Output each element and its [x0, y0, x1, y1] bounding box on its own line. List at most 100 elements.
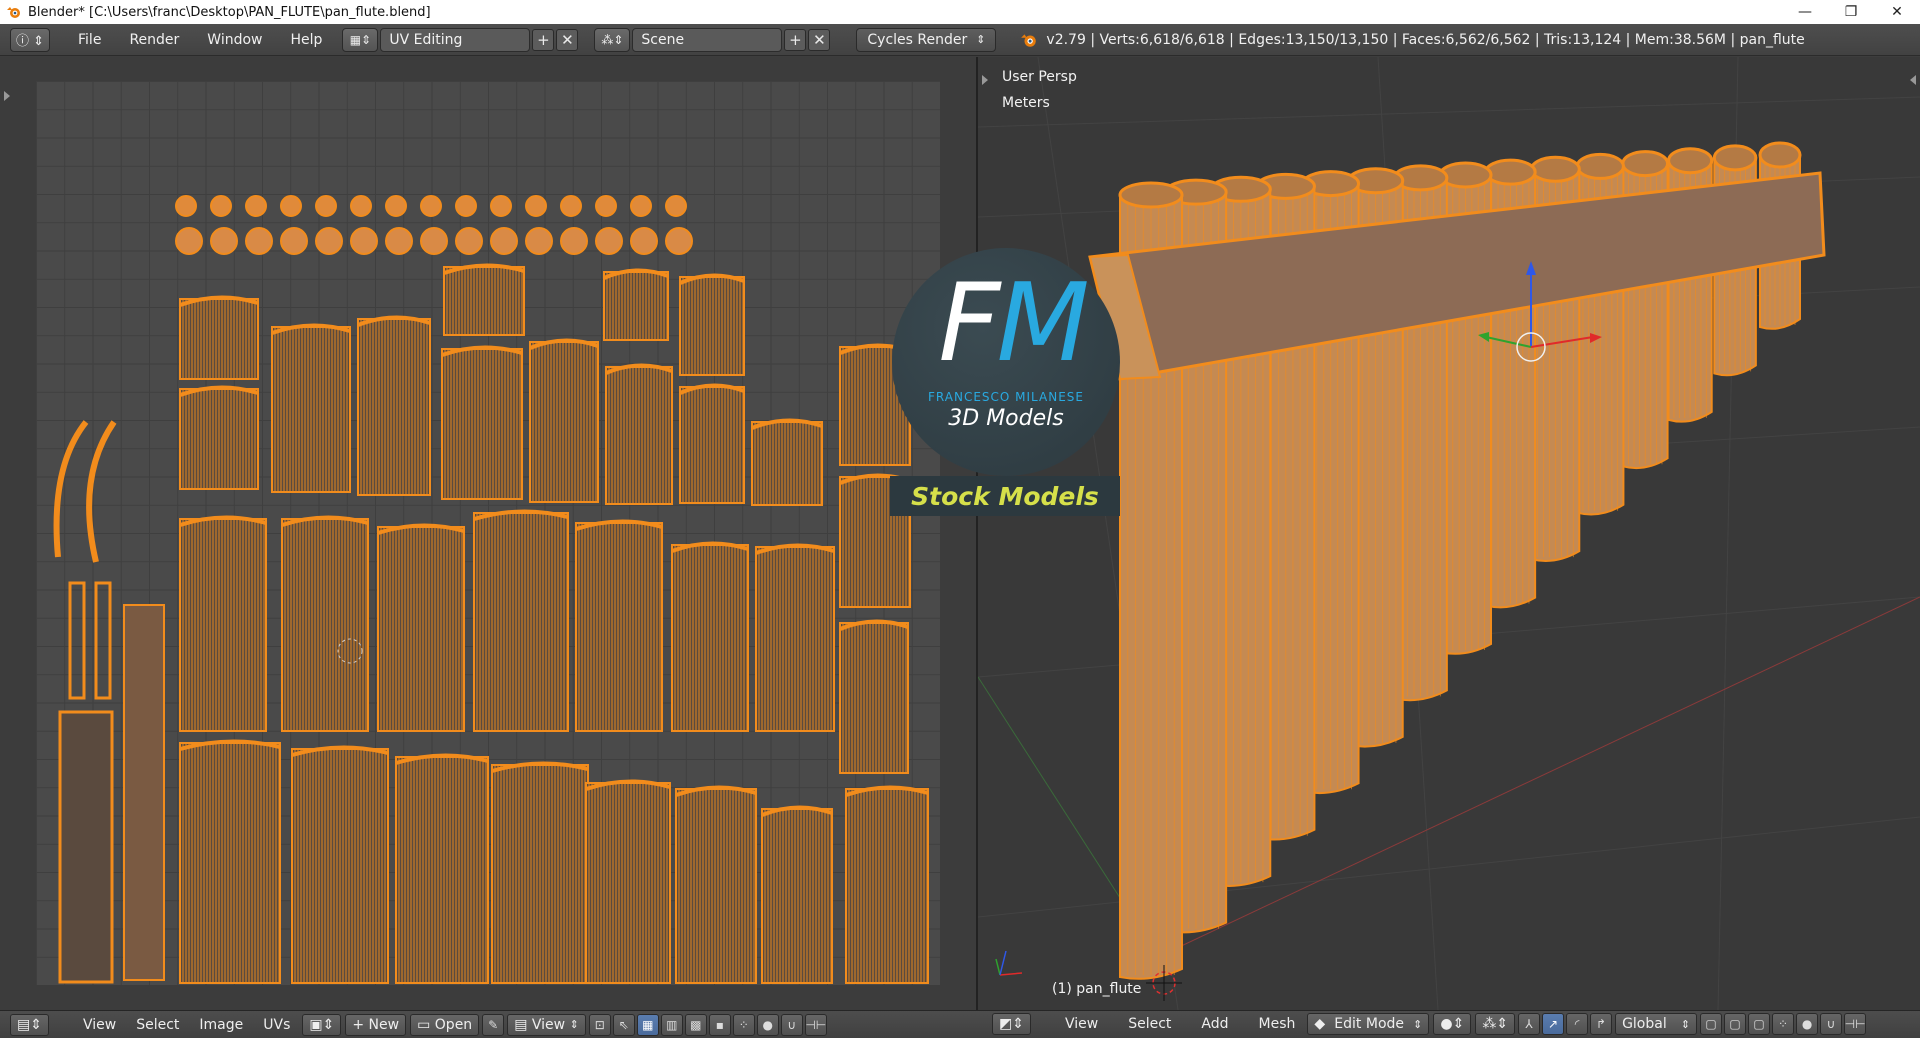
- editor-type-button[interactable]: ⓘ ⇕: [10, 27, 50, 52]
- uv-island: [490, 227, 518, 255]
- uv-island: [455, 195, 477, 217]
- mode-select[interactable]: ◆ Edit Mode ⇕: [1307, 1013, 1430, 1035]
- uv-island: [630, 195, 652, 217]
- delete-screen-button[interactable]: ✕: [556, 28, 579, 51]
- uv-island: [86, 420, 117, 563]
- 3d-menu-view[interactable]: View: [1055, 1013, 1108, 1035]
- uv-editor-type-button[interactable]: ▤⇕: [10, 1013, 49, 1036]
- plus-icon: +: [537, 30, 550, 49]
- sticky-select-icon[interactable]: ⁘: [732, 1013, 755, 1036]
- translate-manipulator-icon[interactable]: ↗: [1542, 1013, 1565, 1035]
- add-scene-button[interactable]: +: [784, 28, 807, 51]
- layer-3-icon[interactable]: ▢: [1748, 1013, 1771, 1035]
- 3d-menu-select[interactable]: Select: [1118, 1013, 1181, 1035]
- restore-button[interactable]: ❐: [1828, 0, 1874, 24]
- uv-menu-view[interactable]: View: [73, 1014, 126, 1036]
- uv-island: [839, 622, 909, 774]
- layer-1-icon[interactable]: ▢: [1700, 1013, 1723, 1035]
- delete-scene-button[interactable]: ✕: [808, 28, 831, 51]
- uv-island: [595, 227, 623, 255]
- uv-island: [525, 227, 553, 255]
- layout-grid-icon: ▦⇕: [349, 32, 372, 47]
- new-image-button[interactable]: + New: [345, 1013, 407, 1036]
- uv-island: [490, 195, 512, 217]
- snap-target-icon[interactable]: ⊣⊢: [804, 1013, 827, 1036]
- edge-select-icon[interactable]: ▥: [660, 1013, 683, 1036]
- uv-islands: [53, 195, 929, 984]
- view-mode-select[interactable]: ▤ View ⇕: [507, 1013, 586, 1036]
- 3d-menu-add[interactable]: Add: [1191, 1013, 1238, 1035]
- blender-logo-icon: [1021, 33, 1037, 47]
- uv-island: [58, 710, 114, 984]
- uv-menu-uvs[interactable]: UVs: [253, 1014, 300, 1036]
- uv-island: [473, 512, 569, 732]
- 3d-view-header: ◩⇕ View Select Add Mesh ◆ Edit Mode ⇕ ●⇕…: [990, 1013, 1867, 1035]
- screen-layout-name: UV Editing: [389, 31, 463, 48]
- window-titlebar: Blender* [C:\Users\franc\Desktop\PAN_FLU…: [0, 0, 1920, 24]
- uv-island: [175, 227, 203, 255]
- updown-arrow-icon: ⇕: [569, 1018, 579, 1031]
- uv-menu-image[interactable]: Image: [189, 1014, 253, 1036]
- rotate-manipulator-icon[interactable]: ◜: [1566, 1013, 1589, 1035]
- vertex-mode-icon[interactable]: ⁘: [1772, 1013, 1795, 1035]
- view-mode-icon: ▤: [514, 1016, 528, 1033]
- uv-island: [377, 526, 465, 732]
- screen-layout-browse-button[interactable]: ▦⇕: [342, 27, 379, 52]
- menu-window[interactable]: Window: [193, 28, 276, 52]
- pivot-point-select[interactable]: ⁂⇕: [1475, 1013, 1516, 1035]
- sync-selection-icon[interactable]: ⇖: [612, 1013, 635, 1036]
- island-select-icon[interactable]: ▪: [708, 1013, 731, 1036]
- manipulator-toggle-icon[interactable]: ⅄: [1518, 1013, 1541, 1035]
- add-screen-button[interactable]: +: [532, 28, 555, 51]
- scene-field[interactable]: Scene: [632, 27, 783, 52]
- orientation-select[interactable]: Global ⇕: [1615, 1013, 1698, 1035]
- snap-icon[interactable]: ∪: [1820, 1013, 1843, 1035]
- vertex-select-icon[interactable]: ▦: [636, 1013, 659, 1036]
- uv-island: [281, 518, 369, 732]
- snap-target-icon[interactable]: ⊣⊢: [1844, 1013, 1867, 1035]
- shading-select[interactable]: ●⇕: [1433, 1013, 1472, 1035]
- menu-file[interactable]: File: [64, 28, 115, 52]
- open-image-button[interactable]: ▭ Open: [410, 1013, 480, 1036]
- minimize-button[interactable]: —: [1782, 0, 1828, 24]
- uv-island: [665, 195, 687, 217]
- uv-image-editor[interactable]: [0, 57, 976, 1010]
- uv-island: [210, 195, 232, 217]
- window-title: Blender* [C:\Users\franc\Desktop\PAN_FLU…: [28, 4, 431, 20]
- uv-island: [245, 195, 267, 217]
- uv-island: [529, 341, 599, 503]
- uv-menu-select[interactable]: Select: [126, 1014, 189, 1036]
- uv-island: [210, 227, 238, 255]
- watermark-author: FRANCESCO MILANESE: [928, 390, 1084, 404]
- menu-render[interactable]: Render: [115, 28, 193, 52]
- uv-island: [94, 581, 112, 700]
- uv-island: [671, 544, 749, 732]
- watermark-letter-f: F: [938, 261, 1000, 386]
- pin-icon[interactable]: ✎: [482, 1013, 505, 1036]
- 3d-menu-mesh[interactable]: Mesh: [1249, 1013, 1306, 1035]
- face-select-icon[interactable]: ▩: [684, 1013, 707, 1036]
- proportional-edit-icon[interactable]: ●: [1796, 1013, 1819, 1035]
- transform-manipulator[interactable]: [978, 57, 1920, 1010]
- screen-layout-field[interactable]: UV Editing: [380, 27, 531, 52]
- watermark-banner: Stock Models: [890, 476, 1120, 516]
- snap-icon[interactable]: ∪: [780, 1013, 803, 1036]
- pivot-icon[interactable]: ⊡: [588, 1013, 611, 1036]
- cube-icon: ◩⇕: [999, 1016, 1024, 1032]
- uv-island: [280, 227, 308, 255]
- close-button[interactable]: ✕: [1874, 0, 1920, 24]
- render-engine-select[interactable]: Cycles Render ⇕: [856, 27, 997, 52]
- proportional-edit-icon[interactable]: ●: [756, 1013, 779, 1036]
- menu-help[interactable]: Help: [276, 28, 336, 52]
- active-object-label: (1) pan_flute: [1052, 981, 1142, 997]
- layer-2-icon[interactable]: ▢: [1724, 1013, 1747, 1035]
- uv-island: [245, 227, 273, 255]
- plus-icon: +: [789, 30, 802, 49]
- scene-browse-button[interactable]: ⁂⇕: [594, 27, 631, 52]
- 3d-viewport[interactable]: User Persp Meters (1) pan_flute: [978, 57, 1920, 1010]
- image-browse-button[interactable]: ▣⇕: [302, 1013, 342, 1036]
- scale-manipulator-icon[interactable]: ↱: [1590, 1013, 1613, 1035]
- close-icon: ✕: [813, 30, 826, 49]
- close-icon: ✕: [561, 30, 574, 49]
- 3d-editor-type-button[interactable]: ◩⇕: [992, 1013, 1031, 1035]
